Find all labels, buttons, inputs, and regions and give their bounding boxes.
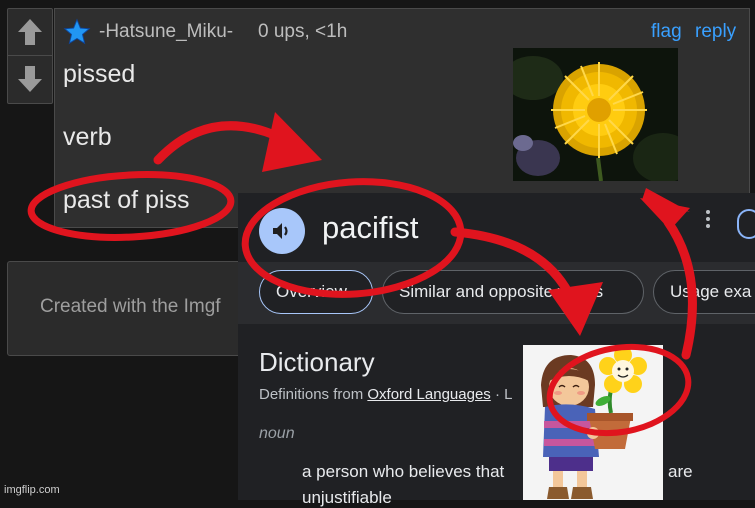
speaker-icon — [273, 223, 288, 239]
chip-overview[interactable]: Overview — [259, 270, 373, 314]
chip-similar-opposite[interactable]: Similar and opposite words — [382, 270, 644, 314]
notification-icon[interactable] — [737, 209, 755, 239]
comment-username[interactable]: -Hatsune_Miku- — [99, 21, 233, 43]
imgflip-watermark: imgflip.com — [4, 484, 60, 496]
star-icon — [63, 18, 91, 45]
arrow-up-icon — [18, 19, 42, 45]
chip-usage-label: Usage exa — [670, 282, 752, 301]
upvote-button[interactable] — [8, 9, 52, 56]
vote-controls — [7, 8, 53, 104]
reply-link[interactable]: reply — [695, 21, 736, 43]
oxford-languages-link[interactable]: Oxford Languages — [367, 386, 490, 403]
chip-overview-label: Overview — [276, 282, 347, 301]
comment-meta: 0 ups, <1h — [258, 21, 348, 42]
flag-link[interactable]: flag — [651, 21, 682, 43]
definitions-source-line: Definitions from Oxford Languages · L — [259, 386, 512, 403]
pronounce-button[interactable] — [259, 208, 305, 254]
part-of-speech: noun — [259, 425, 295, 442]
chip-usage[interactable]: Usage exa — [653, 270, 755, 314]
comment-line-3: past of piss — [63, 186, 190, 214]
dandelion-image — [513, 48, 678, 181]
cartoon-character-image — [523, 345, 663, 500]
dictionary-heading: Dictionary — [259, 347, 375, 377]
imgflip-credit-text: Created with the Imgf — [40, 296, 221, 317]
definitions-prefix: Definitions from — [259, 386, 368, 403]
more-vert-icon[interactable] — [700, 207, 716, 231]
definition-text-2: are — [668, 462, 693, 481]
comment-line-1: pissed — [63, 60, 136, 88]
dictionary-word: pacifist — [322, 210, 419, 245]
source-suffix: · L — [490, 386, 513, 403]
definition-text-3: unjustifiable — [302, 488, 392, 507]
chip-similar-label: Similar and opposite words — [399, 282, 604, 301]
comment-line-2: verb — [63, 123, 112, 151]
downvote-button[interactable] — [8, 56, 52, 102]
definition-text-1: a person who believes that — [302, 462, 505, 481]
arrow-down-icon — [18, 66, 42, 92]
